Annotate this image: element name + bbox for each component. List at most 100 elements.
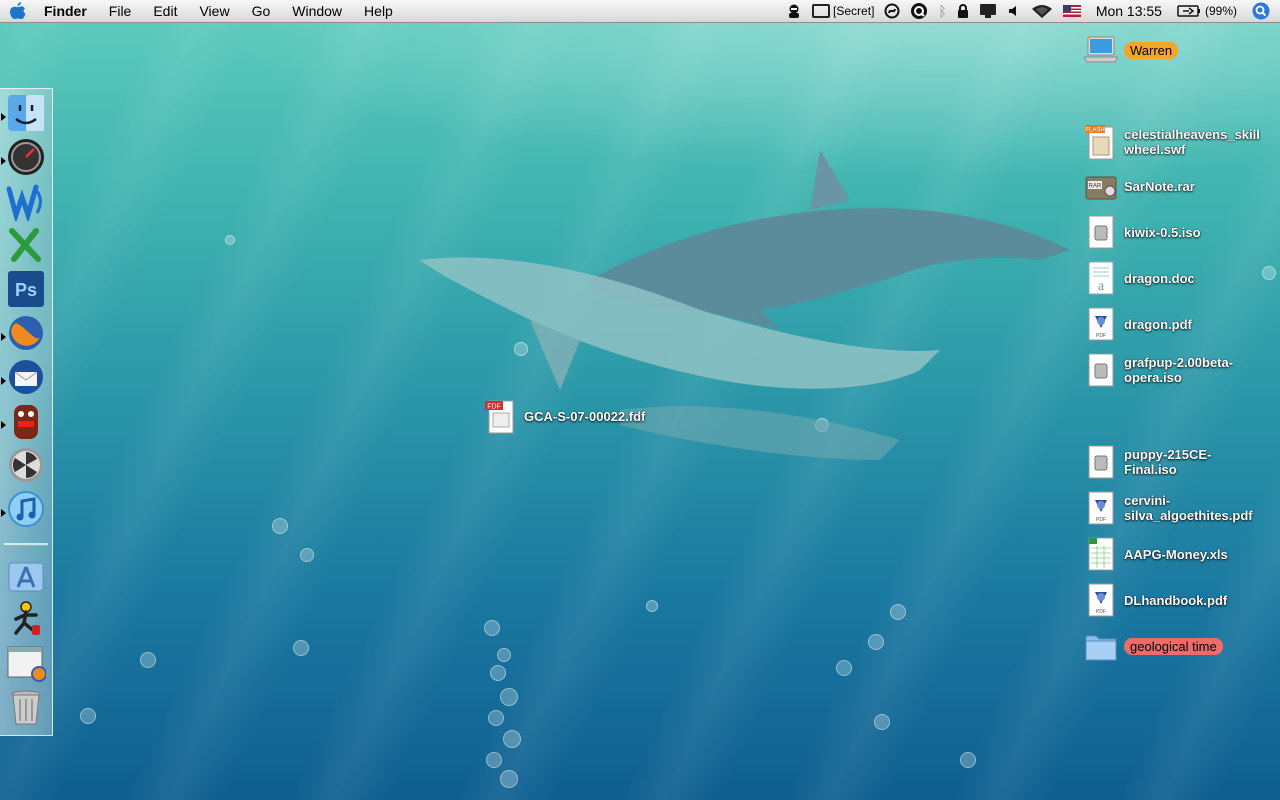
burn-icon[interactable] xyxy=(5,444,47,486)
iso-file-icon xyxy=(1084,350,1118,390)
file-item[interactable]: kiwix-0.5.iso xyxy=(1084,212,1201,252)
file-label: grafpup-2.00beta- opera.iso xyxy=(1124,355,1234,385)
itunes-icon[interactable] xyxy=(5,488,47,530)
bubble xyxy=(874,714,890,730)
wifi-icon[interactable] xyxy=(1026,0,1058,22)
aim-icon[interactable] xyxy=(5,598,47,640)
display-icon[interactable] xyxy=(974,0,1002,22)
pdf-file-icon: PDF xyxy=(1084,580,1118,620)
rar-file-icon: RAR xyxy=(1084,166,1118,206)
menu-file[interactable]: File xyxy=(98,0,143,22)
menu-view[interactable]: View xyxy=(188,0,240,22)
file-item[interactable]: a dragon.doc xyxy=(1084,258,1195,298)
file-item[interactable]: RAR SarNote.rar xyxy=(1084,166,1195,206)
drive-warren[interactable]: Warren xyxy=(1084,30,1179,70)
us-flag-icon[interactable] xyxy=(1058,0,1086,22)
dock-separator xyxy=(4,543,48,546)
bubble xyxy=(497,648,511,662)
svg-text:FLASH: FLASH xyxy=(1085,128,1104,134)
quicksilver-icon[interactable] xyxy=(905,0,933,22)
photoshop-icon[interactable]: Ps xyxy=(5,268,47,310)
domo-icon[interactable] xyxy=(5,400,47,442)
bubble xyxy=(1262,266,1276,280)
bubble xyxy=(272,518,288,534)
file-label: DLhandbook.pdf xyxy=(1124,592,1228,608)
iso-file-icon xyxy=(1084,212,1118,252)
sync-icon[interactable] xyxy=(879,0,905,22)
file-item[interactable]: AAPG-Money.xls xyxy=(1084,534,1228,574)
file-label: kiwix-0.5.iso xyxy=(1124,224,1201,240)
menu-edit[interactable]: Edit xyxy=(142,0,188,22)
file-label: puppy-215CE- Final.iso xyxy=(1124,447,1212,477)
doc-file-icon: a xyxy=(1084,258,1118,298)
bubble xyxy=(484,620,500,636)
file-item[interactable]: PDF cervini- silva_algoethites.pdf xyxy=(1084,488,1253,528)
trash-icon[interactable] xyxy=(5,686,47,728)
spy-icon[interactable] xyxy=(781,0,807,22)
pdf-file-icon: PDF xyxy=(1084,304,1118,344)
bubble xyxy=(646,600,658,612)
bubble xyxy=(868,634,884,650)
menu-go[interactable]: Go xyxy=(241,0,282,22)
bubble xyxy=(890,604,906,620)
pdf-file-icon: PDF xyxy=(1084,488,1118,528)
menu-app-finder[interactable]: Finder xyxy=(36,0,98,22)
desktop-file-fdf[interactable]: FDF GCA-S-07-00022.fdf xyxy=(484,396,645,436)
bubble xyxy=(486,752,502,768)
secret-menu[interactable]: [Secret] xyxy=(807,0,879,22)
svg-text:Ps: Ps xyxy=(15,280,37,300)
battery-percent: (99%) xyxy=(1204,4,1237,18)
screenshot-app-icon[interactable] xyxy=(5,642,47,684)
file-label: SarNote.rar xyxy=(1124,178,1195,194)
file-item[interactable]: PDF DLhandbook.pdf xyxy=(1084,580,1227,620)
bluetooth-icon[interactable]: ᛒ xyxy=(933,0,951,22)
fdf-file-label: GCA-S-07-00022.fdf xyxy=(524,408,646,424)
menu-help[interactable]: Help xyxy=(353,0,404,22)
bubble xyxy=(225,235,235,245)
file-item[interactable]: FLASH celestialheavens_skill wheel.swf xyxy=(1084,122,1260,162)
file-item[interactable]: puppy-215CE- Final.iso xyxy=(1084,442,1211,482)
applications-stack-icon[interactable] xyxy=(5,554,47,596)
finder-icon[interactable] xyxy=(5,92,47,134)
bubble xyxy=(140,652,156,668)
volume-icon[interactable] xyxy=(1002,0,1026,22)
spaces-icon xyxy=(812,4,831,18)
bubble xyxy=(500,688,518,706)
file-label: cervini- silva_algoethites.pdf xyxy=(1124,493,1253,523)
thunderbird-icon[interactable] xyxy=(5,356,47,398)
lock-icon[interactable] xyxy=(952,0,974,22)
bubble xyxy=(836,660,852,676)
excel-icon[interactable] xyxy=(5,224,47,266)
menu-extras: [Secret] ᛒ Mon 13:55 (99%) xyxy=(781,0,1280,22)
fdf-file-icon: FDF xyxy=(484,396,518,436)
file-item[interactable]: PDF dragon.pdf xyxy=(1084,304,1192,344)
secret-label: [Secret] xyxy=(833,4,875,18)
bubble xyxy=(300,548,314,562)
svg-text:FDF: FDF xyxy=(487,404,501,411)
file-item[interactable]: grafpup-2.00beta- opera.iso xyxy=(1084,350,1233,390)
dolphins-illustration xyxy=(420,150,1070,460)
apple-menu-icon[interactable] xyxy=(0,0,36,22)
battery-menu[interactable]: (99%) xyxy=(1172,0,1242,22)
dock: Ps xyxy=(0,88,53,736)
folder-icon xyxy=(1084,626,1118,666)
folder-label: geological time xyxy=(1124,637,1223,655)
svg-text:PDF: PDF xyxy=(1096,517,1106,523)
word-icon[interactable] xyxy=(5,180,47,222)
battery-icon xyxy=(1177,5,1200,17)
spotlight-icon[interactable] xyxy=(1242,0,1280,22)
menu-window[interactable]: Window xyxy=(281,0,353,22)
menu-bar: Finder File Edit View Go Window Help [Se… xyxy=(0,0,1280,23)
svg-text:a: a xyxy=(1098,279,1105,294)
clock[interactable]: Mon 13:55 xyxy=(1086,0,1172,22)
xls-file-icon xyxy=(1084,534,1118,574)
folder-geological-time[interactable]: geological time xyxy=(1084,626,1223,666)
file-label: dragon.pdf xyxy=(1124,316,1192,332)
firefox-icon[interactable] xyxy=(5,312,47,354)
svg-text:PDF: PDF xyxy=(1096,609,1106,615)
bubble xyxy=(500,770,518,788)
drive-label: Warren xyxy=(1124,41,1179,59)
bubble xyxy=(960,752,976,768)
file-label: celestialheavens_skill wheel.swf xyxy=(1124,127,1260,157)
dashboard-icon[interactable] xyxy=(5,136,47,178)
